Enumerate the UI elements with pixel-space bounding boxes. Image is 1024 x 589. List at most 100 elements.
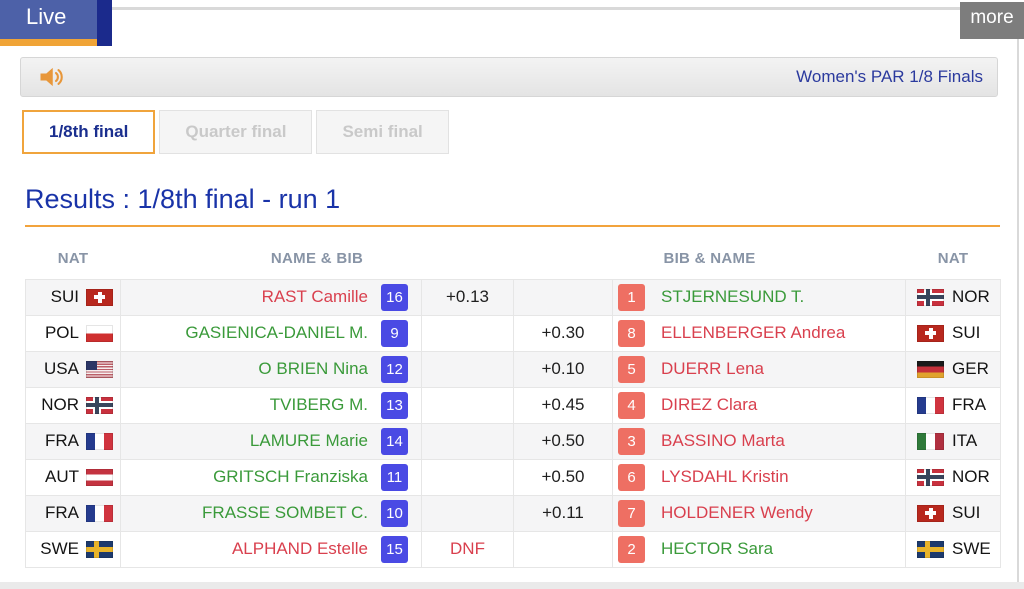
racer-name: ELLENBERGER Andrea (661, 323, 845, 343)
time-diff-left (422, 495, 514, 531)
name-bib-left-content: GASIENICA-DANIEL M.9 (121, 316, 421, 351)
nat-cell-left-content: AUT (26, 460, 120, 495)
right-border-line (1017, 39, 1019, 582)
nat-code: SWE (40, 539, 79, 559)
nat-cell-left: POL (26, 315, 121, 351)
bib-number: 10 (381, 500, 408, 527)
tab-semi-final[interactable]: Semi final (316, 110, 448, 154)
speaker-icon[interactable] (37, 63, 65, 91)
nat-cell-right-content: SWE (906, 532, 1000, 567)
time-diff-right: +0.50 (514, 459, 613, 495)
bib-number: 7 (618, 500, 645, 527)
table-row: SWE ALPHAND Estelle15DNF 2 HECTOR Sara SWE (26, 531, 1001, 567)
nat-code: NOR (952, 287, 990, 307)
time-diff-right (514, 531, 613, 567)
nat-code: SUI (952, 503, 980, 523)
table-row: POLGASIENICA-DANIEL M.9+0.308ELLENBERGER… (26, 315, 1001, 351)
name-bib-left-content: TVIBERG M. 13 (121, 388, 421, 423)
nat-code: ITA (952, 431, 977, 451)
live-tab-underline (0, 39, 97, 46)
racer-name: GASIENICA-DANIEL M. (185, 323, 368, 343)
nat-code: NOR (41, 395, 79, 415)
flag-nor-icon (917, 289, 944, 306)
nat-cell-left: SWE (26, 531, 121, 567)
nat-cell-right-content: SUI (906, 496, 1000, 531)
flag-usa-icon (86, 361, 113, 378)
racer-name: DIREZ Clara (661, 395, 757, 415)
bib-name-cell-right: 1STJERNESUND T. (613, 279, 906, 315)
nat-cell-right-content: NOR (906, 280, 1000, 315)
event-bar: Women's PAR 1/8 Finals (20, 57, 998, 97)
flag-ger-icon (917, 361, 944, 378)
nat-code: USA (44, 359, 79, 379)
nat-code: POL (45, 323, 79, 343)
name-bib-left-content: LAMURE Marie14 (121, 424, 421, 459)
nat-cell-left: SUI (26, 279, 121, 315)
nat-code: AUT (45, 467, 79, 487)
nat-code: SUI (51, 287, 79, 307)
live-results-page: Live more Women's PAR 1/8 Finals 1/8th f… (0, 0, 1024, 589)
racer-name: BASSINO Marta (661, 431, 785, 451)
name-bib-left-content: FRASSE SOMBET C. 10 (121, 496, 421, 531)
racer-name: HOLDENER Wendy (661, 503, 813, 523)
racer-name: FRASSE SOMBET C. (202, 503, 368, 523)
name-bib-cell-left: ALPHAND Estelle15 (121, 531, 422, 567)
tab-quarter-final[interactable]: Quarter final (159, 110, 312, 154)
bib-number: 8 (618, 320, 645, 347)
bib-number: 13 (381, 392, 408, 419)
time-diff-left (422, 423, 514, 459)
bib-name-cell-right: 6 LYSDAHL Kristin (613, 459, 906, 495)
racer-name: DUERR Lena (661, 359, 764, 379)
flag-sui-icon (917, 505, 944, 522)
nat-cell-left-content: SWE (26, 532, 120, 567)
bib-name-right-content: 4DIREZ Clara (613, 388, 905, 423)
bib-name-right-content: 3BASSINO Marta (613, 424, 905, 459)
racer-name: TVIBERG M. (270, 395, 368, 415)
time-diff-left (422, 387, 514, 423)
live-tab-label: Live (26, 4, 66, 30)
time-diff-left (422, 459, 514, 495)
more-button[interactable]: more (960, 2, 1024, 39)
name-bib-cell-left: GASIENICA-DANIEL M.9 (121, 315, 422, 351)
event-title: Women's PAR 1/8 Finals (796, 67, 983, 87)
name-bib-left-content: O BRIEN Nina12 (121, 352, 421, 387)
nat-cell-right: NOR (906, 279, 1001, 315)
bib-number: 11 (381, 464, 408, 491)
flag-nor-icon (917, 469, 944, 486)
footer-band (0, 582, 1024, 589)
racer-name: LYSDAHL Kristin (661, 467, 789, 487)
live-tab[interactable]: Live (0, 0, 112, 46)
col-header-name-bib: NAME & BIB (121, 239, 514, 279)
flag-sui-icon (917, 325, 944, 342)
flag-sui-icon (86, 289, 113, 306)
flag-fra-icon (86, 433, 113, 450)
bib-name-cell-right: 7 HOLDENER Wendy (613, 495, 906, 531)
bib-number: 2 (618, 536, 645, 563)
flag-swe-icon (917, 541, 944, 558)
nat-cell-left-content: NOR (26, 388, 120, 423)
tab-eighth-final[interactable]: 1/8th final (22, 110, 155, 154)
racer-name: HECTOR Sara (661, 539, 773, 559)
bib-number: 1 (618, 284, 645, 311)
flag-aut-icon (86, 469, 113, 486)
col-header-nat-right: NAT (906, 239, 1001, 279)
nat-cell-right-content: NOR (906, 460, 1000, 495)
bib-number: 6 (618, 464, 645, 491)
time-diff-left: DNF (422, 531, 514, 567)
results-section: Results : 1/8th final - run 1 NAT NAME &… (25, 184, 1000, 568)
racer-name: GRITSCH Franziska (213, 467, 368, 487)
time-diff-right: +0.11 (514, 495, 613, 531)
nat-cell-left-content: USA (26, 352, 120, 387)
bib-name-right-content: 1STJERNESUND T. (613, 280, 905, 315)
bib-name-right-content: 7 HOLDENER Wendy (613, 496, 905, 531)
nat-cell-right: NOR (906, 459, 1001, 495)
header-divider-line (112, 7, 960, 10)
table-row: FRALAMURE Marie14+0.503BASSINO MartaITA (26, 423, 1001, 459)
name-bib-cell-left: O BRIEN Nina12 (121, 351, 422, 387)
name-bib-left-content: GRITSCH Franziska 11 (121, 460, 421, 495)
bib-number: 16 (381, 284, 408, 311)
results-table-body: SUIRAST Camille16+0.131STJERNESUND T.NOR… (26, 279, 1001, 567)
bib-name-cell-right: 3BASSINO Marta (613, 423, 906, 459)
bib-name-right-content: 8 ELLENBERGER Andrea (613, 316, 905, 351)
time-diff-right: +0.45 (514, 387, 613, 423)
